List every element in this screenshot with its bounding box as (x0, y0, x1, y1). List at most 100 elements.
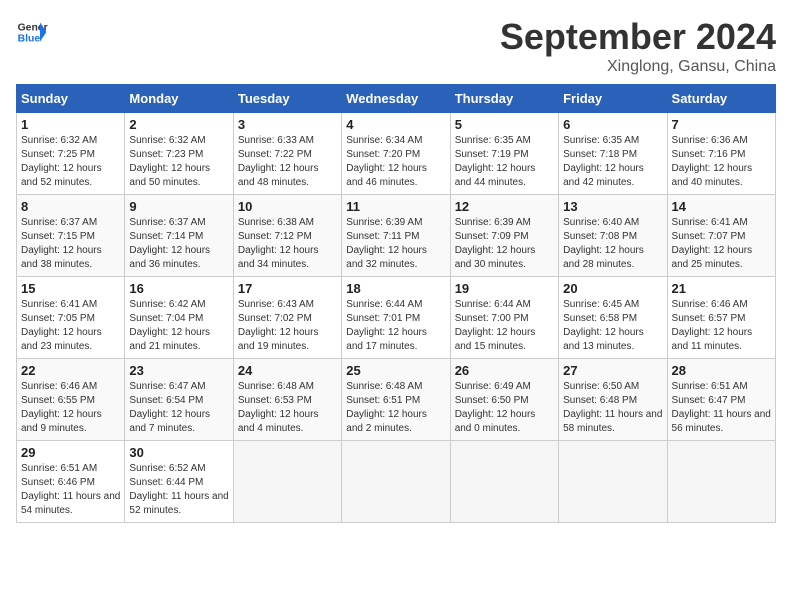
day-info: Sunrise: 6:33 AM Sunset: 7:22 PM Dayligh… (238, 134, 337, 190)
day-number: 2 (129, 117, 228, 132)
day-number: 21 (672, 281, 771, 296)
table-cell: 22 Sunrise: 6:46 AM Sunset: 6:55 PM Dayli… (17, 359, 125, 441)
day-info: Sunrise: 6:40 AM Sunset: 7:08 PM Dayligh… (563, 216, 662, 272)
day-info: Sunrise: 6:37 AM Sunset: 7:15 PM Dayligh… (21, 216, 120, 272)
day-number: 26 (455, 363, 554, 378)
day-number: 25 (346, 363, 445, 378)
table-cell (233, 441, 341, 523)
table-cell: 26 Sunrise: 6:49 AM Sunset: 6:50 PM Dayli… (450, 359, 558, 441)
day-number: 10 (238, 199, 337, 214)
calendar-row: 8 Sunrise: 6:37 AM Sunset: 7:15 PM Daylig… (17, 195, 776, 277)
day-number: 6 (563, 117, 662, 132)
day-number: 17 (238, 281, 337, 296)
day-number: 11 (346, 199, 445, 214)
day-info: Sunrise: 6:47 AM Sunset: 6:54 PM Dayligh… (129, 380, 228, 436)
day-info: Sunrise: 6:34 AM Sunset: 7:20 PM Dayligh… (346, 134, 445, 190)
page-header: General Blue September 2024 Xinglong, Ga… (16, 16, 776, 76)
calendar-row: 1 Sunrise: 6:32 AM Sunset: 7:25 PM Daylig… (17, 113, 776, 195)
table-cell: 4 Sunrise: 6:34 AM Sunset: 7:20 PM Daylig… (342, 113, 450, 195)
day-info: Sunrise: 6:45 AM Sunset: 6:58 PM Dayligh… (563, 298, 662, 354)
table-cell: 7 Sunrise: 6:36 AM Sunset: 7:16 PM Daylig… (667, 113, 775, 195)
table-cell: 1 Sunrise: 6:32 AM Sunset: 7:25 PM Daylig… (17, 113, 125, 195)
day-number: 22 (21, 363, 120, 378)
day-info: Sunrise: 6:50 AM Sunset: 6:48 PM Dayligh… (563, 380, 662, 436)
day-number: 23 (129, 363, 228, 378)
day-info: Sunrise: 6:35 AM Sunset: 7:18 PM Dayligh… (563, 134, 662, 190)
day-info: Sunrise: 6:39 AM Sunset: 7:11 PM Dayligh… (346, 216, 445, 272)
day-number: 15 (21, 281, 120, 296)
day-info: Sunrise: 6:42 AM Sunset: 7:04 PM Dayligh… (129, 298, 228, 354)
table-cell: 30 Sunrise: 6:52 AM Sunset: 6:44 PM Dayli… (125, 441, 233, 523)
table-cell: 18 Sunrise: 6:44 AM Sunset: 7:01 PM Dayli… (342, 277, 450, 359)
day-info: Sunrise: 6:48 AM Sunset: 6:51 PM Dayligh… (346, 380, 445, 436)
days-header-row: Sunday Monday Tuesday Wednesday Thursday… (17, 85, 776, 113)
day-info: Sunrise: 6:43 AM Sunset: 7:02 PM Dayligh… (238, 298, 337, 354)
day-number: 3 (238, 117, 337, 132)
day-info: Sunrise: 6:41 AM Sunset: 7:05 PM Dayligh… (21, 298, 120, 354)
header-monday: Monday (125, 85, 233, 113)
day-number: 13 (563, 199, 662, 214)
table-cell (450, 441, 558, 523)
table-cell (667, 441, 775, 523)
table-cell: 23 Sunrise: 6:47 AM Sunset: 6:54 PM Dayli… (125, 359, 233, 441)
day-info: Sunrise: 6:51 AM Sunset: 6:47 PM Dayligh… (672, 380, 771, 436)
day-number: 4 (346, 117, 445, 132)
day-number: 27 (563, 363, 662, 378)
day-info: Sunrise: 6:39 AM Sunset: 7:09 PM Dayligh… (455, 216, 554, 272)
table-cell: 24 Sunrise: 6:48 AM Sunset: 6:53 PM Dayli… (233, 359, 341, 441)
table-cell: 15 Sunrise: 6:41 AM Sunset: 7:05 PM Dayli… (17, 277, 125, 359)
table-cell: 29Sunrise: 6:51 AM Sunset: 6:46 PM Dayli… (17, 441, 125, 523)
day-info: Sunrise: 6:46 AM Sunset: 6:55 PM Dayligh… (21, 380, 120, 436)
day-number: 5 (455, 117, 554, 132)
day-number: 16 (129, 281, 228, 296)
calendar-row: 29Sunrise: 6:51 AM Sunset: 6:46 PM Dayli… (17, 441, 776, 523)
table-cell: 5Sunrise: 6:35 AM Sunset: 7:19 PM Daylig… (450, 113, 558, 195)
table-cell: 17 Sunrise: 6:43 AM Sunset: 7:02 PM Dayli… (233, 277, 341, 359)
table-cell: 28 Sunrise: 6:51 AM Sunset: 6:47 PM Dayli… (667, 359, 775, 441)
table-cell: 25 Sunrise: 6:48 AM Sunset: 6:51 PM Dayli… (342, 359, 450, 441)
day-info: Sunrise: 6:32 AM Sunset: 7:25 PM Dayligh… (21, 134, 120, 190)
day-number: 8 (21, 199, 120, 214)
day-info: Sunrise: 6:52 AM Sunset: 6:44 PM Dayligh… (129, 462, 228, 518)
day-number: 18 (346, 281, 445, 296)
day-info: Sunrise: 6:41 AM Sunset: 7:07 PM Dayligh… (672, 216, 771, 272)
table-cell: 2Sunrise: 6:32 AM Sunset: 7:23 PM Daylig… (125, 113, 233, 195)
table-cell: 11 Sunrise: 6:39 AM Sunset: 7:11 PM Dayli… (342, 195, 450, 277)
day-number: 24 (238, 363, 337, 378)
day-info: Sunrise: 6:44 AM Sunset: 7:01 PM Dayligh… (346, 298, 445, 354)
calendar-subtitle: Xinglong, Gansu, China (500, 58, 776, 76)
table-cell: 20Sunrise: 6:45 AM Sunset: 6:58 PM Dayli… (559, 277, 667, 359)
day-number: 9 (129, 199, 228, 214)
header-saturday: Saturday (667, 85, 775, 113)
day-number: 19 (455, 281, 554, 296)
day-info: Sunrise: 6:48 AM Sunset: 6:53 PM Dayligh… (238, 380, 337, 436)
calendar-table: Sunday Monday Tuesday Wednesday Thursday… (16, 84, 776, 523)
table-cell: 13 Sunrise: 6:40 AM Sunset: 7:08 PM Dayli… (559, 195, 667, 277)
table-cell: 19Sunrise: 6:44 AM Sunset: 7:00 PM Dayli… (450, 277, 558, 359)
day-info: Sunrise: 6:36 AM Sunset: 7:16 PM Dayligh… (672, 134, 771, 190)
day-number: 14 (672, 199, 771, 214)
calendar-row: 15 Sunrise: 6:41 AM Sunset: 7:05 PM Dayli… (17, 277, 776, 359)
day-number: 30 (129, 445, 228, 460)
day-info: Sunrise: 6:49 AM Sunset: 6:50 PM Dayligh… (455, 380, 554, 436)
table-cell: 9Sunrise: 6:37 AM Sunset: 7:14 PM Daylig… (125, 195, 233, 277)
table-cell: 3 Sunrise: 6:33 AM Sunset: 7:22 PM Daylig… (233, 113, 341, 195)
day-info: Sunrise: 6:51 AM Sunset: 6:46 PM Dayligh… (21, 462, 120, 518)
table-cell: 8 Sunrise: 6:37 AM Sunset: 7:15 PM Daylig… (17, 195, 125, 277)
calendar-row: 22 Sunrise: 6:46 AM Sunset: 6:55 PM Dayli… (17, 359, 776, 441)
table-cell: 12Sunrise: 6:39 AM Sunset: 7:09 PM Dayli… (450, 195, 558, 277)
header-friday: Friday (559, 85, 667, 113)
logo-icon: General Blue (16, 16, 48, 48)
day-info: Sunrise: 6:46 AM Sunset: 6:57 PM Dayligh… (672, 298, 771, 354)
table-cell: 14 Sunrise: 6:41 AM Sunset: 7:07 PM Dayli… (667, 195, 775, 277)
table-cell (559, 441, 667, 523)
table-cell: 21 Sunrise: 6:46 AM Sunset: 6:57 PM Dayli… (667, 277, 775, 359)
header-wednesday: Wednesday (342, 85, 450, 113)
day-number: 7 (672, 117, 771, 132)
logo: General Blue (16, 16, 48, 48)
table-cell: 16 Sunrise: 6:42 AM Sunset: 7:04 PM Dayli… (125, 277, 233, 359)
day-number: 1 (21, 117, 120, 132)
day-number: 28 (672, 363, 771, 378)
svg-text:Blue: Blue (18, 34, 41, 45)
table-cell (342, 441, 450, 523)
